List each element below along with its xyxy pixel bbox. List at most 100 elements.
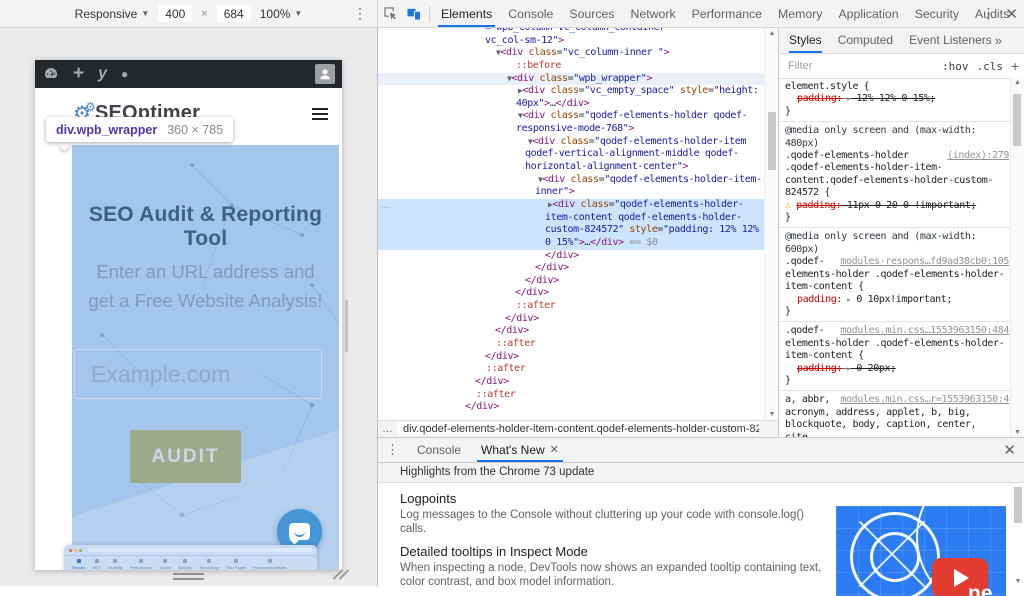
drawer-tab-what-s-new[interactable]: What's New✕ [471,438,569,462]
css-line[interactable]: elements-holder .qodef-elements-holder- [785,269,1009,281]
tab-sources[interactable]: Sources [561,1,622,27]
css-line[interactable]: } [785,106,1009,118]
dom-tree-line[interactable]: ▼<div class="vc_column-inner "> [378,47,764,60]
dom-tree-line[interactable]: ▶<div class="qodef-elements-holder- [378,199,764,212]
more-tabs-icon[interactable]: » [995,33,1002,48]
elements-scrollbar[interactable]: ▲ ▼ [764,28,779,420]
stylesheet-link[interactable]: (index):279 [947,150,1009,162]
tab-network[interactable]: Network [623,1,684,27]
dom-tree-line[interactable]: ▼<div class="qodef-elements-holder-item [378,136,764,149]
breadcrumb-ellipsis[interactable]: … [382,423,393,435]
css-line[interactable]: modules-respons…fd9ad38cb0:105.qodef- [785,256,1009,268]
dom-tree-line[interactable]: ▶<div class="vc_empty_space" style="heig… [378,85,764,98]
devtools-close-icon[interactable]: ✕ [1005,5,1018,23]
dom-tree-line[interactable]: qodef-vertical-alignment-middle qodef- [378,148,764,161]
page-scrollbar[interactable] [345,300,348,352]
scrollbar-thumb[interactable] [768,112,776,170]
dom-tree-line[interactable]: ="wpb_column vc_column_container [378,28,764,35]
whats-new-item-title[interactable]: Logpoints [400,491,1024,506]
stylesheet-link[interactable]: modules-respons…fd9ad38cb0:105 [840,256,1009,268]
dom-tree-line[interactable]: ::after [378,389,764,402]
drawer-tab-console[interactable]: Console [407,438,471,462]
css-line[interactable]: blockquote, body, caption, center, cite, [785,419,1009,437]
dom-tree-line[interactable]: </div> [378,376,764,389]
device-mode-select[interactable]: Responsive ▼ [75,7,150,21]
dom-tree-line[interactable]: horizontal-alignment-center"> [378,161,764,174]
css-line[interactable]: } [785,375,1009,387]
new-style-rule-button[interactable]: + [1011,58,1019,74]
tab-close-icon[interactable]: ✕ [550,438,559,462]
scroll-up-icon[interactable]: ▲ [1011,79,1024,86]
tab-application[interactable]: Application [830,1,906,27]
tab-security[interactable]: Security [907,1,967,27]
hamburger-menu-icon[interactable] [312,108,328,123]
drawer-scrollbar[interactable]: ▼ [1013,485,1023,585]
dom-tree-line[interactable]: item-content qodef-elements-holder- [378,212,764,225]
selected-node-gutter[interactable]: … [380,200,390,211]
device-toolbar-more-icon[interactable]: ⋮ [353,5,367,22]
dom-tree-line[interactable]: </div> [378,250,764,263]
css-line[interactable]: 824572 { [785,187,1009,199]
zoom-select[interactable]: 100% ▼ [260,7,303,21]
viewport-corner-resize-handle[interactable] [337,568,353,584]
styles-tab-computed[interactable]: Computed [838,28,893,53]
url-input[interactable] [74,349,322,399]
dom-tree-line[interactable]: </div> [378,351,764,364]
scroll-down-icon[interactable]: ▼ [1013,578,1023,585]
dom-tree-line[interactable]: </div> [378,325,764,338]
dom-tree-line[interactable]: ▼<div class="qodef-elements-holder qodef… [378,110,764,123]
dom-tree-line[interactable]: </div> [378,401,764,414]
styles-filter-input[interactable] [784,58,934,74]
css-line[interactable]: element.style { [785,81,1009,93]
css-line[interactable]: } [785,306,1009,318]
tab-elements[interactable]: Elements [433,1,500,27]
dom-tree-line[interactable]: ::after [378,300,764,313]
dom-tree-line[interactable]: 40px">…</div> [378,98,764,111]
toggle-device-toolbar-icon[interactable] [402,1,426,27]
dom-tree-line[interactable]: responsive-mode-768"> [378,123,764,136]
css-line[interactable]: .qodef-elements-holder-item- [785,162,1009,174]
css-line[interactable]: item-content { [785,350,1009,362]
viewport-resize-handle[interactable] [173,573,204,583]
dom-tree-line[interactable]: ▼<div class="qodef-elements-holder-item- [378,174,764,187]
toggle-class-button[interactable]: .cls [977,60,1004,73]
yoast-seo-icon[interactable]: y [98,66,107,82]
scroll-down-icon[interactable]: ▼ [765,411,779,418]
devtools-more-icon[interactable]: ⋮ [981,5,995,22]
dom-tree-line[interactable]: </div> [378,287,764,300]
dom-tree-line[interactable]: ::after [378,338,764,351]
css-line[interactable]: padding: ▸ 12% 12% 0 15%; [785,93,1009,105]
css-line[interactable]: } [785,212,1009,224]
tab-performance[interactable]: Performance [684,1,770,27]
styles-tab-styles[interactable]: Styles [789,28,822,53]
css-line[interactable]: elements-holder .qodef-elements-holder- [785,338,1009,350]
dom-tree-line[interactable]: </div> [378,275,764,288]
dom-tree-line[interactable]: ::before [378,60,764,73]
css-line[interactable]: @media only screen and (max-width: 600px… [785,231,1009,256]
css-line[interactable]: item-content { [785,281,1009,293]
dom-tree-line[interactable]: vc_col-sm-12"> [378,35,764,48]
styles-scrollbar[interactable]: ▲ ▼ [1010,78,1024,437]
dom-tree-line[interactable]: inner"> [378,186,764,199]
scroll-down-icon[interactable]: ▼ [1011,429,1024,436]
tab-memory[interactable]: Memory [770,1,830,27]
whats-new-video-thumbnail[interactable]: ne [836,506,1006,596]
profile-avatar[interactable] [315,64,335,84]
css-line[interactable]: padding: ▸ 0 20px; [785,363,1009,375]
toggle-hover-state-button[interactable]: :hov [942,60,969,73]
css-line[interactable]: content.qodef-elements-holder-custom- [785,175,1009,187]
drawer-menu-icon[interactable]: ⋮ [378,442,407,458]
drawer-close-icon[interactable]: ✕ [1003,441,1016,459]
dom-tree-line[interactable]: ::after [378,363,764,376]
css-line[interactable]: @media only screen and (max-width: 480px… [785,125,1009,150]
dom-tree-line[interactable]: 0 15%">…</div> == $0 [378,237,764,250]
css-line[interactable]: padding: ▸ 0 10px!important; [785,294,1009,306]
stylesheet-link[interactable]: modules.min.css…1553963150:484 [840,325,1009,337]
css-line[interactable]: modules.min.css…r=1553963150:4a, abbr, [785,394,1009,406]
dom-tree-line[interactable]: </div> [378,262,764,275]
scrollbar-thumb[interactable] [1013,94,1021,146]
dom-tree-line[interactable]: ▼<div class="wpb_wrapper"> [378,73,764,86]
css-line[interactable]: ⚠ padding: 11px 0 20 0 !important; [785,200,1009,212]
dom-tree-line[interactable]: custom-824572" style="padding: 12% 12% [378,224,764,237]
tab-console[interactable]: Console [500,1,561,27]
